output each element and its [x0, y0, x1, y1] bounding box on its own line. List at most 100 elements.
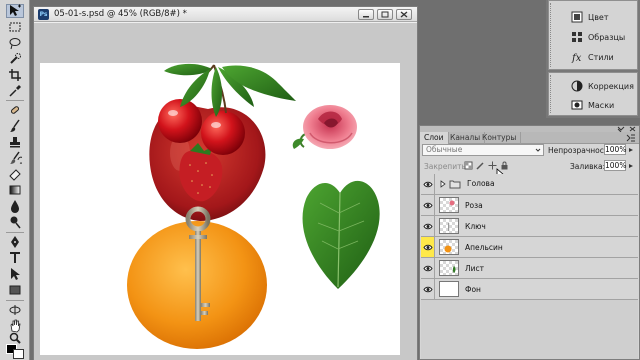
fill-slider-toggle[interactable]: [627, 160, 635, 171]
eye-icon: [422, 223, 433, 229]
layer-name: Лист: [465, 264, 485, 273]
panel-dock: Цвет Образцы fx Стили Коррекция Маски: [546, 0, 640, 118]
visibility-toggle[interactable]: [421, 195, 435, 215]
tab-paths[interactable]: Контуры: [478, 132, 522, 144]
big-leaf-image: [302, 180, 380, 289]
photoshop-document-icon: Ps: [38, 9, 49, 20]
opacity-input[interactable]: 100%: [604, 144, 626, 155]
tools-divider: [6, 100, 24, 101]
layers-panel: Слои Каналы Контуры Обычные Непрозрачнос…: [419, 125, 640, 360]
dock-item-label: Маски: [588, 100, 615, 110]
pen-tool-icon[interactable]: [6, 235, 24, 249]
layer-row[interactable]: Ключ: [421, 216, 638, 237]
opacity-slider-toggle[interactable]: [627, 144, 635, 155]
fill-input[interactable]: 100%: [604, 160, 626, 171]
layer-thumbnail: [439, 197, 459, 213]
type-tool-icon[interactable]: [6, 251, 24, 265]
maximize-button[interactable]: [377, 9, 393, 20]
svg-text:fx: fx: [571, 53, 582, 63]
minimize-button[interactable]: [358, 9, 374, 20]
layer-name: Фон: [465, 285, 481, 294]
photoshop-window: Ps 05-01-s.psd @ 45% (RGB/8#) * Цвет Обр…: [0, 0, 640, 360]
fill-label: Заливка:: [570, 162, 606, 171]
layer-row[interactable]: Лист: [421, 258, 638, 279]
move-tool-icon[interactable]: [6, 4, 24, 18]
layer-name: Ключ: [465, 222, 486, 231]
layers-list: Голова Роза Ключ Апельсин Лист Фон: [421, 174, 638, 359]
chevron-right-icon: [629, 147, 633, 152]
layer-name: Роза: [465, 201, 483, 210]
color-swatches[interactable]: [6, 344, 26, 360]
dock-item-color[interactable]: Цвет: [549, 7, 639, 27]
masks-icon: [571, 99, 583, 111]
blend-mode-select[interactable]: Обычные: [422, 144, 544, 156]
shape-tool-icon[interactable]: [6, 283, 24, 297]
layer-name: Голова: [467, 179, 495, 188]
dock-item-swatches[interactable]: Образцы: [549, 27, 639, 47]
history-brush-tool-icon[interactable]: [6, 151, 24, 165]
cherry-right-image: [201, 111, 245, 155]
lock-transparency-icon[interactable]: [464, 161, 473, 170]
visibility-toggle[interactable]: [421, 279, 435, 299]
healing-brush-tool-icon[interactable]: [6, 103, 24, 117]
gradient-tool-icon[interactable]: [6, 183, 24, 197]
color-icon: [571, 11, 583, 23]
canvas-area[interactable]: [34, 23, 417, 360]
eyedropper-tool-icon[interactable]: [6, 84, 24, 98]
dock-item-masks[interactable]: Маски: [549, 95, 639, 115]
layer-row[interactable]: Роза: [421, 195, 638, 216]
expand-group-icon[interactable]: [439, 179, 447, 189]
dock-item-label: Стили: [588, 52, 614, 62]
canvas[interactable]: [40, 63, 400, 355]
layer-row[interactable]: Апельсин: [421, 237, 638, 258]
restore-icon: [381, 11, 389, 18]
lock-label: Закрепить:: [424, 162, 469, 171]
dock-item-label: Коррекция: [588, 81, 634, 91]
swatches-icon: [571, 31, 583, 43]
layer-thumbnail: [439, 218, 459, 234]
zoom-tool-icon[interactable]: [6, 332, 24, 344]
clone-stamp-tool-icon[interactable]: [6, 135, 24, 149]
brush-tool-icon[interactable]: [6, 119, 24, 133]
document-title-bar[interactable]: Ps 05-01-s.psd @ 45% (RGB/8#) *: [34, 7, 417, 22]
marquee-tool-icon[interactable]: [6, 20, 24, 34]
tools-panel: [0, 0, 30, 360]
layer-thumbnail: [439, 260, 459, 276]
tools-divider: [6, 232, 24, 233]
adjustments-icon: [571, 80, 583, 92]
tools-divider: [6, 300, 24, 301]
document-window: Ps 05-01-s.psd @ 45% (RGB/8#) *: [33, 6, 418, 360]
layer-thumbnail: [439, 239, 459, 255]
3d-rotate-tool-icon[interactable]: [6, 303, 24, 317]
quick-selection-tool-icon[interactable]: [6, 52, 24, 66]
visibility-toggle[interactable]: [421, 258, 435, 278]
dock-item-styles[interactable]: fx Стили: [549, 47, 639, 67]
blur-tool-icon[interactable]: [6, 199, 24, 213]
visibility-toggle[interactable]: [421, 174, 435, 194]
visibility-toggle[interactable]: [421, 237, 435, 257]
chevron-right-icon: [629, 163, 633, 168]
dock-item-adjustments[interactable]: Коррекция: [549, 76, 639, 96]
tab-layers[interactable]: Слои: [420, 132, 449, 144]
layer-row-group[interactable]: Голова: [421, 174, 638, 195]
dodge-tool-icon[interactable]: [6, 215, 24, 229]
visibility-toggle[interactable]: [421, 216, 435, 236]
lock-pixels-icon[interactable]: [476, 161, 485, 170]
cherry-left-image: [158, 99, 202, 143]
layer-row-background[interactable]: Фон: [421, 279, 638, 300]
path-selection-tool-icon[interactable]: [6, 267, 24, 281]
close-button[interactable]: [396, 9, 412, 20]
document-title: 05-01-s.psd @ 45% (RGB/8#) *: [54, 9, 187, 19]
layers-tabs: Слои Каналы Контуры: [420, 132, 639, 144]
rose-image: [292, 105, 357, 149]
eraser-tool-icon[interactable]: [6, 167, 24, 181]
background-color-swatch[interactable]: [13, 349, 24, 359]
layer-name: Апельсин: [465, 243, 503, 252]
dock-item-label: Цвет: [588, 12, 609, 22]
crop-tool-icon[interactable]: [6, 68, 24, 82]
dock-group-color: Цвет Образцы fx Стили: [548, 0, 638, 70]
blend-mode-value: Обычные: [426, 145, 463, 154]
lasso-tool-icon[interactable]: [6, 36, 24, 50]
panel-menu-icon[interactable]: [626, 133, 636, 142]
chevron-down-icon: [535, 148, 541, 152]
